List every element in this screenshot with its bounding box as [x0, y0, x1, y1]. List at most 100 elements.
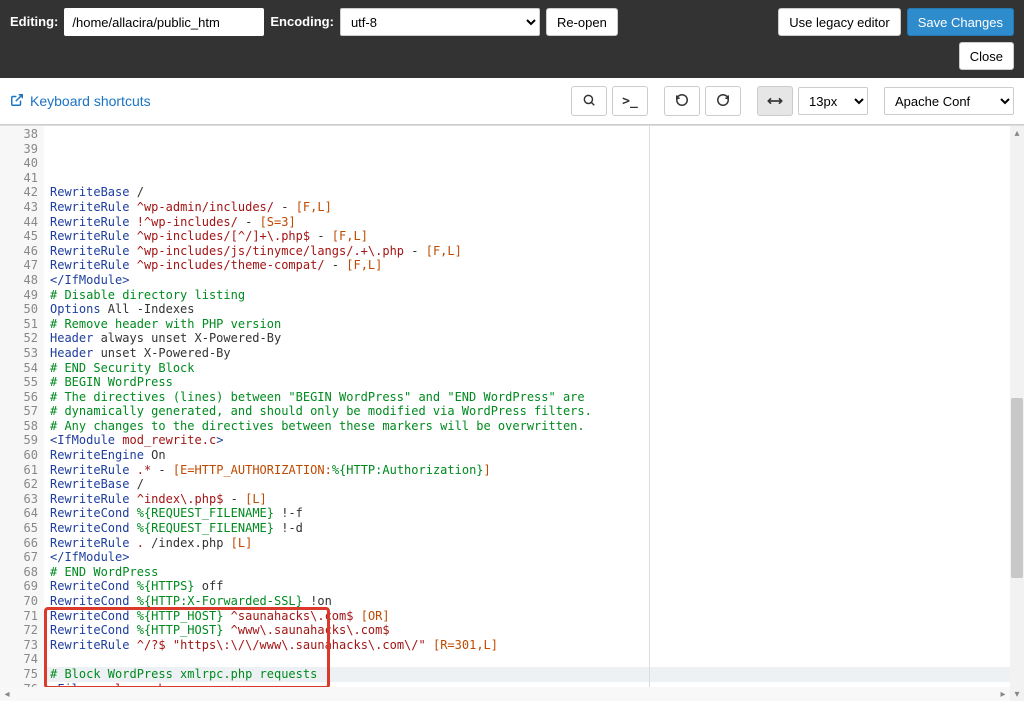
line-number: 42 — [0, 185, 38, 200]
redo-button[interactable] — [705, 86, 741, 116]
code-line: RewriteCond %{HTTPS} off — [50, 579, 1024, 594]
line-number: 60 — [0, 448, 38, 463]
line-number: 68 — [0, 565, 38, 580]
code-line: # Block WordPress xmlrpc.php requests — [50, 667, 1024, 682]
code-line: # BEGIN WordPress — [50, 375, 1024, 390]
line-number: 57 — [0, 404, 38, 419]
scroll-right-icon[interactable]: ▸ — [996, 687, 1010, 701]
line-number: 74 — [0, 652, 38, 667]
line-number: 73 — [0, 638, 38, 653]
syntax-select[interactable]: Apache Conf — [884, 87, 1014, 115]
line-number: 40 — [0, 156, 38, 171]
scroll-down-icon[interactable]: ▾ — [1010, 687, 1024, 701]
fontsize-select[interactable]: 13px — [798, 87, 868, 115]
encoding-select[interactable]: utf-8 — [340, 8, 540, 36]
code-line: RewriteRule ^wp-includes/[^/]+\.php$ - [… — [50, 229, 1024, 244]
code-line: # END Security Block — [50, 361, 1024, 376]
code-line: RewriteCond %{HTTP_HOST} ^www\.saunahack… — [50, 623, 1024, 638]
code-line: RewriteRule ^wp-includes/js/tinymce/lang… — [50, 244, 1024, 259]
code-line: Header always unset X-Powered-By — [50, 331, 1024, 346]
code-area[interactable]: RewriteBase /RewriteRule ^wp-admin/inclu… — [44, 126, 1024, 701]
code-line: Options All -Indexes — [50, 302, 1024, 317]
reopen-button[interactable]: Re-open — [546, 8, 618, 36]
search-icon — [582, 93, 596, 110]
code-line: RewriteCond %{HTTP_HOST} ^saunahacks\.co… — [50, 609, 1024, 624]
redo-icon — [716, 93, 730, 110]
terminal-icon: >_ — [622, 94, 638, 109]
code-line: RewriteBase / — [50, 185, 1024, 200]
line-number: 51 — [0, 317, 38, 332]
vertical-scrollbar[interactable]: ▴ ▾ — [1010, 126, 1024, 701]
line-number: 54 — [0, 361, 38, 376]
line-number: 52 — [0, 331, 38, 346]
code-line: # Remove header with PHP version — [50, 317, 1024, 332]
editor: 3839404142434445464748495051525354555657… — [0, 125, 1024, 701]
code-line: RewriteCond %{REQUEST_FILENAME} !-f — [50, 506, 1024, 521]
close-button[interactable]: Close — [959, 42, 1014, 70]
undo-button[interactable] — [664, 86, 700, 116]
file-path-input[interactable] — [64, 8, 264, 36]
line-number: 71 — [0, 609, 38, 624]
line-number: 70 — [0, 594, 38, 609]
search-button[interactable] — [571, 86, 607, 116]
mid-toolbar: Keyboard shortcuts >_ 13px Apache Conf — [0, 78, 1024, 125]
code-line: RewriteCond %{REQUEST_FILENAME} !-d — [50, 521, 1024, 536]
code-line: </IfModule> — [50, 550, 1024, 565]
keyboard-shortcuts-link[interactable]: Keyboard shortcuts — [10, 93, 151, 110]
code-line: # dynamically generated, and should only… — [50, 404, 1024, 419]
line-number: 49 — [0, 288, 38, 303]
wrap-icon — [767, 94, 783, 109]
code-line: RewriteEngine On — [50, 448, 1024, 463]
code-line: # Disable directory listing — [50, 288, 1024, 303]
line-number: 55 — [0, 375, 38, 390]
line-number: 47 — [0, 258, 38, 273]
wrap-button[interactable] — [757, 86, 793, 116]
line-number: 63 — [0, 492, 38, 507]
code-line: </IfModule> — [50, 273, 1024, 288]
line-number: 72 — [0, 623, 38, 638]
line-gutter: 3839404142434445464748495051525354555657… — [0, 126, 44, 701]
external-link-icon — [10, 93, 24, 110]
top-toolbar: Editing: Encoding: utf-8 Re-open Use leg… — [0, 0, 1024, 78]
code-line: RewriteRule !^wp-includes/ - [S=3] — [50, 215, 1024, 230]
terminal-button[interactable]: >_ — [612, 86, 648, 116]
line-number: 45 — [0, 229, 38, 244]
line-number: 62 — [0, 477, 38, 492]
code-line: RewriteCond %{HTTP:X-Forwarded-SSL} !on — [50, 594, 1024, 609]
line-number: 44 — [0, 215, 38, 230]
line-number: 66 — [0, 536, 38, 551]
line-number: 67 — [0, 550, 38, 565]
code-line: RewriteRule ^index\.php$ - [L] — [50, 492, 1024, 507]
line-number: 41 — [0, 171, 38, 186]
keyboard-shortcuts-label: Keyboard shortcuts — [30, 93, 151, 109]
code-line: # END WordPress — [50, 565, 1024, 580]
undo-icon — [675, 93, 689, 110]
line-number: 64 — [0, 506, 38, 521]
line-number: 43 — [0, 200, 38, 215]
line-number: 53 — [0, 346, 38, 361]
scroll-up-icon[interactable]: ▴ — [1010, 126, 1024, 140]
line-number: 65 — [0, 521, 38, 536]
scroll-left-icon[interactable]: ◂ — [0, 687, 14, 701]
line-number: 69 — [0, 579, 38, 594]
code-line: <IfModule mod_rewrite.c> — [50, 433, 1024, 448]
code-line: RewriteRule . /index.php [L] — [50, 536, 1024, 551]
line-number: 50 — [0, 302, 38, 317]
line-number: 56 — [0, 390, 38, 405]
code-line: Header unset X-Powered-By — [50, 346, 1024, 361]
line-number: 59 — [0, 433, 38, 448]
line-number: 38 — [0, 127, 38, 142]
line-number: 75 — [0, 667, 38, 682]
horizontal-scrollbar[interactable]: ◂ ▸ — [0, 687, 1010, 701]
line-number: 48 — [0, 273, 38, 288]
code-line: RewriteBase / — [50, 477, 1024, 492]
code-line: RewriteRule ^wp-includes/theme-compat/ -… — [50, 258, 1024, 273]
line-number: 61 — [0, 463, 38, 478]
scroll-thumb[interactable] — [1011, 398, 1023, 578]
line-number: 46 — [0, 244, 38, 259]
code-line: RewriteRule .* - [E=HTTP_AUTHORIZATION:%… — [50, 463, 1024, 478]
code-line: # The directives (lines) between "BEGIN … — [50, 390, 1024, 405]
save-changes-button[interactable]: Save Changes — [907, 8, 1014, 36]
legacy-editor-button[interactable]: Use legacy editor — [778, 8, 900, 36]
code-line: RewriteRule ^/?$ "https\:\/\/www\.saunah… — [50, 638, 1024, 653]
